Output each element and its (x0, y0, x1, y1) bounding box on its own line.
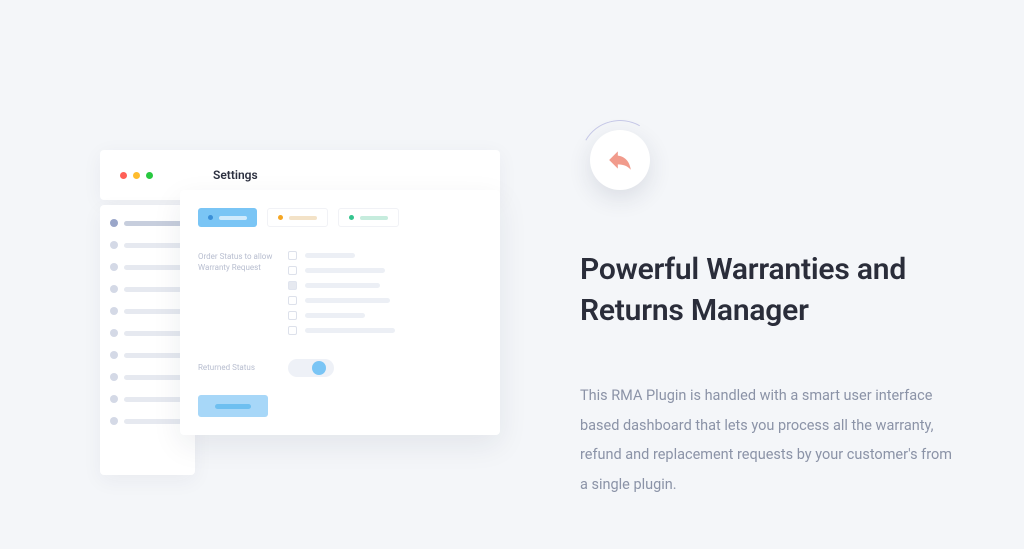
sidebar-item (110, 417, 185, 425)
traffic-lights (120, 172, 153, 179)
sidebar-item (110, 285, 185, 293)
tab-pill (267, 208, 328, 227)
tab-pills (198, 208, 482, 227)
feature-heading: Powerful Warranties and Returns Manager (580, 250, 954, 331)
feature-copy: Powerful Warranties and Returns Manager … (500, 60, 984, 509)
feature-description: This RMA Plugin is handled with a smart … (580, 381, 954, 500)
close-dot (120, 172, 127, 179)
submit-placeholder (198, 395, 268, 417)
feature-icon-wrap (580, 120, 660, 200)
sidebar-item (110, 351, 185, 359)
sidebar-item-return-request (110, 219, 185, 227)
toggle (288, 359, 334, 377)
icon-circle (590, 130, 650, 190)
minimize-dot (133, 172, 140, 179)
settings-ui-mockup: Settings Order Status to allow Warr (60, 60, 500, 509)
mockup-main-panel: Order Status to allow Warranty Request R… (180, 190, 500, 435)
sidebar-item (110, 373, 185, 381)
sidebar-item (110, 329, 185, 337)
sidebar-item (110, 395, 185, 403)
returned-status-row: Returned Status (198, 359, 482, 377)
reply-icon (607, 147, 633, 173)
order-status-label: Order Status to allow Warranty Request (198, 251, 288, 341)
sidebar-item (110, 263, 185, 271)
tab-pill-active (198, 208, 257, 227)
window-title: Settings (213, 168, 258, 182)
tab-pill (338, 208, 399, 227)
returned-status-label: Returned Status (198, 362, 288, 373)
sidebar-item (110, 307, 185, 315)
sidebar-item (110, 241, 185, 249)
order-status-row: Order Status to allow Warranty Request (198, 251, 482, 341)
maximize-dot (146, 172, 153, 179)
